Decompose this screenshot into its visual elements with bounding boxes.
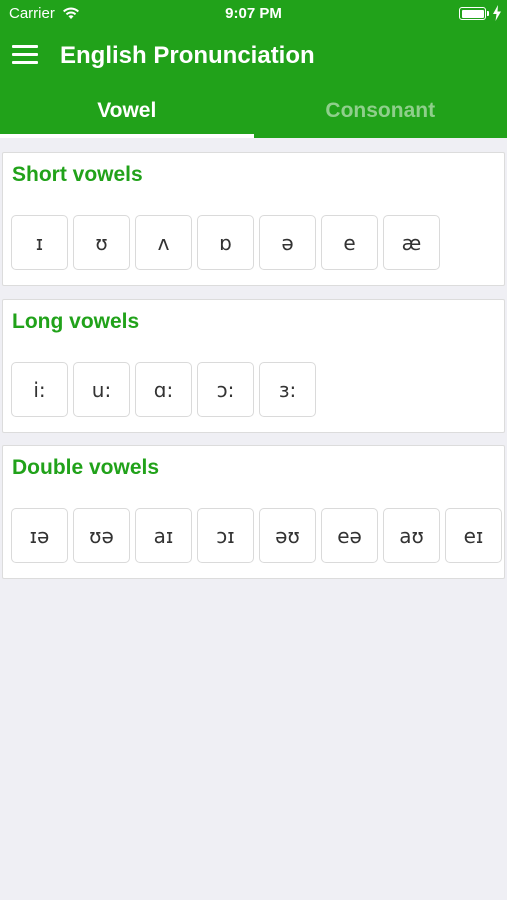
sound-key-button[interactable]: ɜ:: [259, 362, 316, 417]
tab-consonant[interactable]: Consonant: [254, 84, 507, 138]
tab-bar: Vowel Consonant: [0, 84, 507, 138]
sound-keys-row: ɪʊʌɒəeæ: [11, 215, 445, 270]
sound-key-button[interactable]: eɪ: [445, 508, 502, 563]
sound-key-button[interactable]: ɪə: [11, 508, 68, 563]
sound-key-button[interactable]: ʌ: [135, 215, 192, 270]
page-title: English Pronunciation: [60, 42, 315, 69]
nav-bar: English Pronunciation: [0, 28, 507, 84]
sound-key-button[interactable]: i:: [11, 362, 68, 417]
battery-icon: [459, 7, 486, 20]
sound-key-button[interactable]: ɒ: [197, 215, 254, 270]
sound-key-button[interactable]: e: [321, 215, 378, 270]
sound-key-button[interactable]: ɔɪ: [197, 508, 254, 563]
sound-key-button[interactable]: ɑ:: [135, 362, 192, 417]
section-long-vowels: Long vowels i: u: ɑ: ɔ: ɜ:: [2, 299, 505, 433]
battery-tip: [487, 11, 489, 16]
sound-key-button[interactable]: ʊə: [73, 508, 130, 563]
clock: 9:07 PM: [225, 5, 282, 22]
sound-key-button[interactable]: aɪ: [135, 508, 192, 563]
sound-key-button[interactable]: ʊ: [73, 215, 130, 270]
section-short-vowels: Short vowels ɪʊʌɒəeæ: [2, 152, 505, 286]
status-bar: Carrier 9:07 PM: [0, 0, 507, 28]
sound-key-button[interactable]: ə: [259, 215, 316, 270]
battery-level: [461, 9, 484, 18]
sound-key-button[interactable]: u:: [73, 362, 130, 417]
section-title: Short vowels: [12, 163, 143, 186]
sound-key-button[interactable]: əʊ: [259, 508, 316, 563]
sound-key-button[interactable]: aʊ: [383, 508, 440, 563]
section-title: Double vowels: [12, 456, 160, 479]
charging-bolt-icon: [493, 5, 501, 21]
sound-keys-row: ɪə ʊə aɪ ɔɪ əʊ eə aʊ eɪ: [11, 508, 507, 563]
hamburger-menu-icon[interactable]: [12, 44, 39, 66]
section-title: Long vowels: [12, 310, 140, 333]
sound-key-button[interactable]: ɪ: [11, 215, 68, 270]
sound-key-button[interactable]: eə: [321, 508, 378, 563]
section-double-vowels: Double vowels ɪə ʊə aɪ ɔɪ əʊ eə aʊ eɪ: [2, 445, 505, 579]
tab-vowel[interactable]: Vowel: [0, 84, 254, 138]
sound-key-button[interactable]: ɔ:: [197, 362, 254, 417]
sound-keys-row: i: u: ɑ: ɔ: ɜ:: [11, 362, 321, 417]
sound-key-button[interactable]: æ: [383, 215, 440, 270]
